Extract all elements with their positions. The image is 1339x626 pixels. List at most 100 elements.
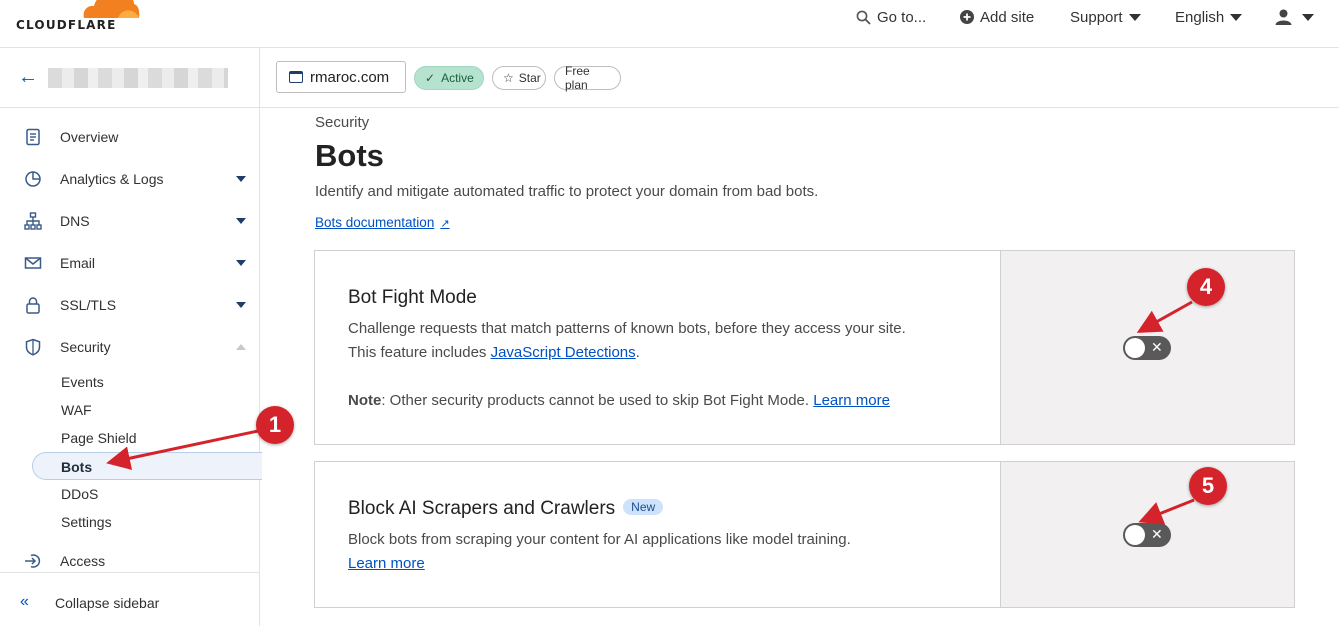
block-ai-scrapers-card: Block AI Scrapers and Crawlers New Block … [314,461,1295,608]
network-icon [24,212,42,230]
account-name-redacted [48,68,228,88]
cloudflare-logo[interactable]: CLOUDFLARE [16,0,140,36]
sidebar-item-label: Security [60,339,111,355]
support-menu[interactable]: Support [1070,0,1141,34]
sidebar-item-label: SSL/TLS [60,297,117,313]
brand-wordmark: CLOUDFLARE [16,18,117,32]
star-button[interactable]: ☆ Star [492,66,546,90]
bots-documentation-link[interactable]: Bots documentation ↗ [315,215,450,230]
annotation-marker-4: 4 [1187,268,1225,306]
card-note: Note: Other security products cannot be … [348,389,890,413]
card-description: Block bots from scraping your content fo… [348,528,851,576]
support-label: Support [1070,8,1123,26]
envelope-icon [24,257,42,269]
collapse-sidebar-button[interactable]: « Collapse sidebar [0,572,259,626]
annotation-marker-1: 1 [256,406,294,444]
plan-label: Free plan [565,64,590,92]
sidebar-item-overview[interactable]: Overview [0,122,259,152]
add-site-button[interactable]: Add site [960,0,1034,34]
user-menu[interactable] [1275,0,1314,34]
bot-fight-mode-toggle[interactable]: ✕ [1123,336,1171,360]
language-label: English [1175,8,1225,26]
sidebar-item-label: Access [60,553,106,569]
plan-badge[interactable]: Free plan [554,64,621,92]
status-badge: ✓ Active [414,66,484,90]
shield-icon [25,338,41,356]
breadcrumb: Security [315,114,370,131]
card-title: Bot Fight Mode [348,287,477,308]
sidebar-item-label: DNS [60,213,90,229]
cloud-logo-icon [83,0,140,18]
add-site-label: Add site [980,8,1035,26]
note-label: Note [348,392,382,409]
top-bar: CLOUDFLARE Go to... Add site Support Eng… [0,0,1339,48]
sidebar-subitem-label: Bots [61,459,93,475]
sidebar-item-label: Email [60,255,96,271]
card-description-line1: Challenge requests that match patterns o… [348,320,906,337]
sidebar-item-label: Overview [60,129,119,145]
close-icon: ✕ [1151,526,1163,542]
chevron-down-icon [236,260,246,266]
doc-link-label: Bots documentation [315,215,435,230]
chevron-down-icon [1302,13,1314,21]
javascript-detections-link[interactable]: JavaScript Detections [491,344,636,361]
learn-more-link[interactable]: Learn more [813,392,890,409]
pie-chart-icon [25,171,41,187]
close-icon: ✕ [1151,339,1163,355]
zone-selector[interactable]: rmaroc.com [276,61,406,93]
sidebar-subitem-bots[interactable]: Bots [32,452,262,480]
double-chevron-left-icon: « [20,593,29,610]
sidebar-item-label: Analytics & Logs [60,171,164,187]
document-icon [26,128,40,146]
learn-more-link[interactable]: Learn more [348,555,425,572]
sidebar-item-dns[interactable]: DNS [0,206,259,236]
note-text: : Other security products cannot be used… [381,392,814,409]
language-menu[interactable]: English [1175,0,1243,34]
card-description-line1: Block bots from scraping your content fo… [348,531,851,548]
page-title: Bots [315,138,384,173]
sidebar-subitem-waf[interactable]: WAF [61,402,92,418]
annotation-marker-5: 5 [1189,467,1227,505]
external-link-icon: ↗ [440,218,450,230]
card-title-text: Block AI Scrapers and Crawlers [348,498,616,519]
user-icon [1275,9,1292,25]
sidebar-item-analytics[interactable]: Analytics & Logs [0,164,259,194]
sidebar-item-security[interactable]: Security [0,332,259,362]
card-description-suffix: . [635,344,640,361]
browser-window-icon [289,71,303,83]
goto-label: Go to... [877,8,927,26]
star-icon: ☆ [503,71,514,85]
toggle-knob [1125,338,1145,358]
chevron-down-icon [1230,13,1243,21]
goto-button[interactable]: Go to... [856,0,926,34]
new-badge: New [623,499,664,515]
page-description: Identify and mitigate automated traffic … [315,183,819,200]
sidebar-subitem-events[interactable]: Events [61,374,104,390]
access-icon [25,554,41,568]
sidebar-subitem-page-shield[interactable]: Page Shield [61,430,137,446]
chevron-up-icon [236,344,246,350]
sidebar-item-ssl-tls[interactable]: SSL/TLS [0,290,259,320]
chevron-down-icon [236,302,246,308]
chevron-down-icon [1128,13,1141,21]
status-label: Active [441,71,474,85]
back-arrow-icon[interactable]: ← [18,66,38,89]
sidebar-item-email[interactable]: Email [0,248,259,278]
collapse-sidebar-label: Collapse sidebar [55,595,160,611]
chevron-down-icon [236,176,246,182]
bot-fight-mode-card: Bot Fight Mode Challenge requests that m… [314,250,1295,445]
lock-icon [26,297,40,314]
block-ai-scrapers-toggle[interactable]: ✕ [1123,523,1171,547]
checkmark-icon: ✓ [425,71,436,85]
sidebar-subitem-settings[interactable]: Settings [61,514,112,530]
sidebar-subitem-ddos[interactable]: DDoS [61,486,98,502]
chevron-down-icon [236,218,246,224]
star-label: Star [518,71,541,85]
account-switcher[interactable]: ← [0,48,260,108]
card-description: Challenge requests that match patterns o… [348,317,906,365]
toggle-knob [1125,525,1145,545]
plus-circle-icon [960,10,974,24]
zone-header: rmaroc.com ✓ Active ☆ Star Free plan [260,48,1339,108]
card-description-line2: This feature includes [348,344,491,361]
card-title: Block AI Scrapers and Crawlers New [348,498,664,520]
